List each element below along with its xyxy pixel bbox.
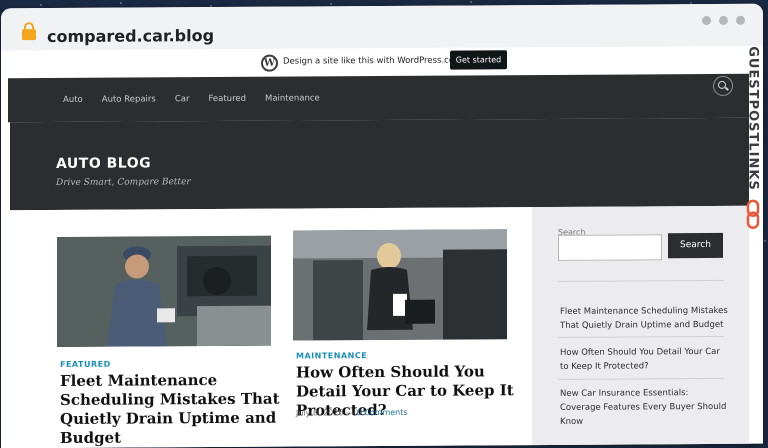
wordpress-logo-icon: W <box>261 54 278 72</box>
browser-toolbar: compared.car.blog <box>1 3 763 52</box>
search-icon[interactable] <box>713 75 733 96</box>
address-bar-url[interactable]: compared.car.blog <box>47 26 214 46</box>
post-date[interactable]: July 8, 2026 <box>296 408 343 417</box>
main-content: FEATURED Fleet Maintenance Scheduling Mi… <box>10 207 532 448</box>
post-category[interactable]: FEATURED <box>60 360 111 369</box>
lock-icon <box>22 29 36 41</box>
search-input[interactable] <box>558 234 662 261</box>
wordpress-promo-bar: W Design a site like this with WordPress… <box>1 45 763 77</box>
car-detailing-photo <box>293 229 507 341</box>
dot-icon <box>736 15 745 25</box>
post-thumbnail-detailing[interactable] <box>293 229 507 341</box>
recent-post-link[interactable]: Fleet Maintenance Scheduling Mistakes Th… <box>560 304 730 333</box>
primary-navigation: Auto Auto Repairs Car Featured Maintenan… <box>8 73 749 123</box>
nav-item-auto[interactable]: Auto <box>63 95 83 105</box>
nav-item-auto-repairs[interactable]: Auto Repairs <box>102 94 156 104</box>
dot-icon <box>702 15 711 26</box>
divider <box>558 279 724 282</box>
dot-icon <box>719 15 728 25</box>
sidebar: Search Search Fleet Maintenance Scheduli… <box>532 205 749 448</box>
nav-item-featured[interactable]: Featured <box>208 94 246 104</box>
recent-post-link[interactable]: New Car Insurance Essentials: Coverage F… <box>560 386 730 429</box>
get-started-button[interactable]: Get started <box>450 50 507 70</box>
post-card: MAINTENANCE How Often Should You Detail … <box>285 207 525 448</box>
nav-item-car[interactable]: Car <box>175 94 190 104</box>
search-button[interactable]: Search <box>668 232 723 259</box>
link-icon <box>746 199 760 229</box>
wordpress-promo-text[interactable]: Design a site like this with WordPress.c… <box>283 56 462 67</box>
post-card: FEATURED Fleet Maintenance Scheduling Mi… <box>10 209 280 448</box>
divider <box>558 377 724 380</box>
mechanic-photo <box>57 235 271 347</box>
post-comments-link[interactable]: 0 Comments <box>357 408 408 417</box>
divider <box>558 335 724 338</box>
post-thumbnail-mechanic[interactable] <box>57 235 271 347</box>
badge-text: GUESTPOSTLINKS <box>745 46 761 191</box>
guestpostlinks-badge: GUESTPOSTLINKS <box>745 40 761 230</box>
post-meta: July 8, 2026 — 0 Comments <box>296 408 408 418</box>
post-title[interactable]: Fleet Maintenance Scheduling Mistakes Th… <box>60 371 280 448</box>
site-header: AUTO BLOG Drive Smart, Compare Better <box>10 117 749 211</box>
site-title[interactable]: AUTO BLOG <box>56 155 151 172</box>
recent-post-link[interactable]: How Often Should You Detail Your Car to … <box>560 345 730 374</box>
post-category[interactable]: MAINTENANCE <box>296 351 367 360</box>
browser-window: compared.car.blog W Design a site like t… <box>1 3 763 448</box>
meta-separator: — <box>346 408 355 418</box>
nav-item-maintenance[interactable]: Maintenance <box>265 93 320 103</box>
site-tagline: Drive Smart, Compare Better <box>56 177 191 188</box>
window-menu-dots[interactable] <box>702 15 745 26</box>
